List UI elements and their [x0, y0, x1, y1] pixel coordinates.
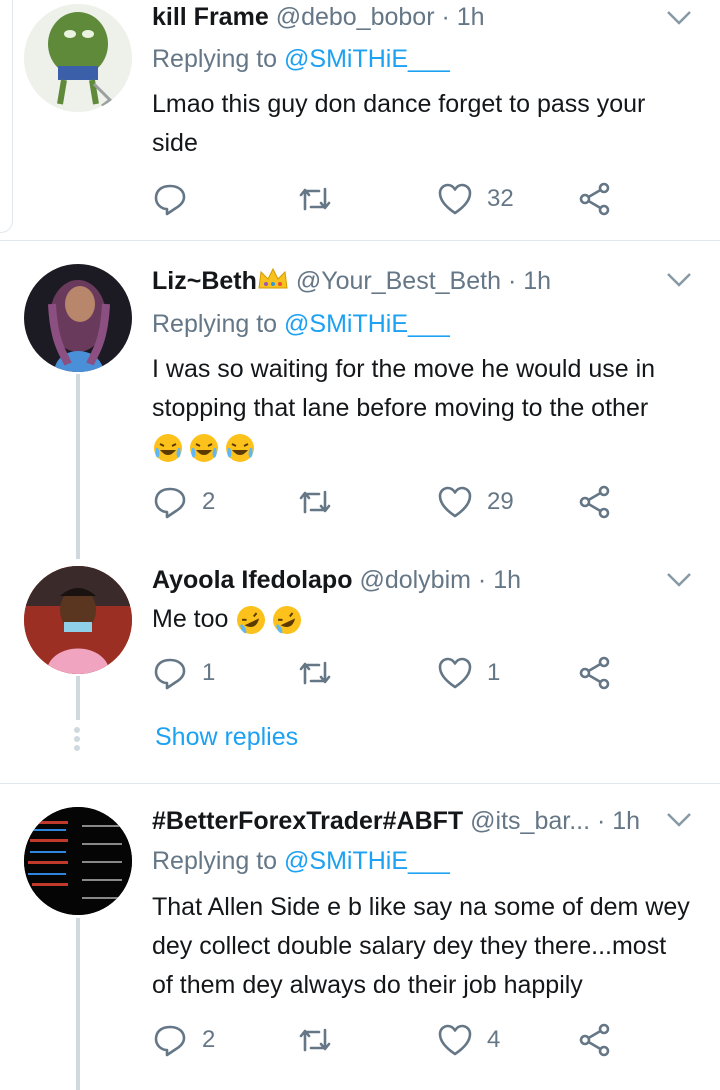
tweet-text-content: Me too — [152, 605, 229, 633]
crown-emoji-icon — [258, 267, 288, 289]
reply-button[interactable]: 2 — [152, 484, 215, 520]
username[interactable]: @debo_bobor — [276, 3, 435, 31]
timestamp[interactable]: · 1h — [508, 267, 551, 295]
chevron-down-icon[interactable] — [666, 570, 692, 590]
tweet-actions: 32 — [152, 181, 632, 221]
retweet-button[interactable] — [297, 655, 347, 691]
thread-line — [76, 918, 80, 1090]
reply-button[interactable]: 1 — [152, 655, 215, 691]
reply-icon — [154, 184, 186, 216]
like-count: 1 — [487, 659, 501, 686]
chevron-down-icon[interactable] — [666, 8, 692, 28]
share-icon — [579, 1023, 610, 1057]
tweet-4[interactable]: #BetterForexTrader#ABFT @its_bar... · 1h… — [0, 800, 720, 1090]
share-button[interactable] — [577, 655, 613, 691]
tweet-2[interactable]: Liz~Beth @Your_Best_Beth · 1h Replying t… — [0, 262, 720, 559]
tweet-text: That Allen Side e b like say na some of … — [152, 893, 690, 999]
retweet-icon — [299, 1028, 331, 1052]
avatar-kill-frame[interactable] — [24, 4, 132, 112]
tweet-text: I was so waiting for the move he would u… — [152, 350, 692, 467]
retweet-icon — [299, 187, 331, 211]
reply-count: 2 — [202, 1026, 216, 1053]
tweet-actions: 2 29 — [152, 484, 632, 524]
tweet-3[interactable]: Ayoola Ifedolapo @dolybim · 1h Me too 1 … — [0, 560, 720, 720]
replying-to: Replying to @SMiTHiE___ — [152, 846, 450, 876]
divider — [0, 783, 720, 784]
username[interactable]: @its_bar... — [470, 807, 590, 835]
reply-count: 2 — [202, 488, 216, 515]
heart-icon — [438, 657, 472, 689]
reply-button[interactable] — [152, 181, 202, 217]
mention-link[interactable]: @SMiTHiE___ — [284, 847, 450, 875]
thread-dots — [74, 727, 80, 754]
display-name[interactable]: #BetterForexTrader#ABFT — [152, 807, 463, 835]
display-name[interactable]: Ayoola Ifedolapo — [152, 566, 352, 594]
heart-icon — [438, 1024, 472, 1056]
tweet-text: Me too — [152, 600, 692, 639]
heart-icon — [438, 183, 472, 215]
mention-link[interactable]: @SMiTHiE___ — [284, 45, 450, 73]
display-name[interactable]: kill Frame — [152, 3, 269, 31]
retweet-button[interactable] — [297, 484, 347, 520]
share-button[interactable] — [577, 181, 613, 217]
thread-line — [76, 374, 80, 559]
replying-label: Replying to — [152, 45, 278, 73]
share-icon — [579, 656, 610, 690]
mention-link[interactable]: @SMiTHiE___ — [284, 310, 450, 338]
rolling-laughing-emoji-icon — [237, 606, 266, 635]
tweet-header: #BetterForexTrader#ABFT @its_bar... · 1h — [152, 806, 640, 836]
like-count: 29 — [487, 488, 514, 515]
retweet-icon — [299, 661, 331, 685]
retweet-button[interactable] — [297, 1022, 347, 1058]
tweet-text-content: I was so waiting for the move he would u… — [152, 355, 656, 422]
share-icon — [579, 182, 610, 216]
like-button[interactable]: 29 — [437, 484, 514, 520]
reply-count: 1 — [202, 659, 216, 686]
tweet-header: Ayoola Ifedolapo @dolybim · 1h — [152, 565, 521, 595]
laughing-crying-emoji-icon — [154, 434, 182, 463]
like-button[interactable]: 4 — [437, 1022, 500, 1058]
thread-line — [76, 676, 80, 720]
retweet-icon — [299, 490, 331, 514]
timestamp[interactable]: · 1h — [441, 3, 484, 31]
laughing-crying-emoji-icon — [226, 434, 254, 463]
tweet-header: kill Frame @debo_bobor · 1h — [152, 2, 485, 32]
replying-to: Replying to @SMiTHiE___ — [152, 44, 450, 74]
retweet-button[interactable] — [297, 181, 347, 217]
like-count: 4 — [487, 1026, 501, 1053]
tweet-actions: 2 4 — [152, 1022, 632, 1062]
like-button[interactable]: 32 — [437, 181, 514, 217]
like-button[interactable]: 1 — [437, 655, 500, 691]
laughing-crying-emoji-icon — [190, 434, 218, 463]
tweet-1[interactable]: kill Frame @debo_bobor · 1h Replying to … — [0, 0, 720, 240]
replying-label: Replying to — [152, 847, 278, 875]
share-button[interactable] — [577, 484, 613, 520]
avatar-ayoola[interactable] — [24, 566, 132, 674]
heart-icon — [438, 486, 472, 518]
timestamp[interactable]: · 1h — [597, 807, 640, 835]
reply-icon — [154, 658, 186, 690]
rolling-laughing-emoji-icon — [273, 606, 302, 635]
tweet-text: Lmao this guy don dance forget to pass y… — [152, 90, 646, 157]
username[interactable]: @Your_Best_Beth — [296, 267, 501, 295]
show-replies-link[interactable]: Show replies — [155, 723, 298, 752]
tweet-actions: 1 1 — [152, 655, 632, 695]
username[interactable]: @dolybim — [359, 566, 471, 594]
divider — [0, 240, 720, 241]
reply-icon — [154, 1025, 186, 1057]
avatar-forex-trader[interactable] — [24, 807, 132, 915]
tweet-header: Liz~Beth @Your_Best_Beth · 1h — [152, 266, 551, 296]
chevron-down-icon[interactable] — [666, 810, 692, 830]
reply-button[interactable]: 2 — [152, 1022, 215, 1058]
timestamp[interactable]: · 1h — [478, 566, 521, 594]
avatar-liz-beth[interactable] — [24, 264, 132, 372]
share-button[interactable] — [577, 1022, 613, 1058]
reply-icon — [154, 487, 186, 519]
replying-label: Replying to — [152, 310, 278, 338]
replying-to: Replying to @SMiTHiE___ — [152, 309, 450, 339]
like-count: 32 — [487, 185, 514, 212]
share-icon — [579, 485, 610, 519]
chevron-down-icon[interactable] — [666, 270, 692, 290]
display-name[interactable]: Liz~Beth — [152, 267, 257, 295]
